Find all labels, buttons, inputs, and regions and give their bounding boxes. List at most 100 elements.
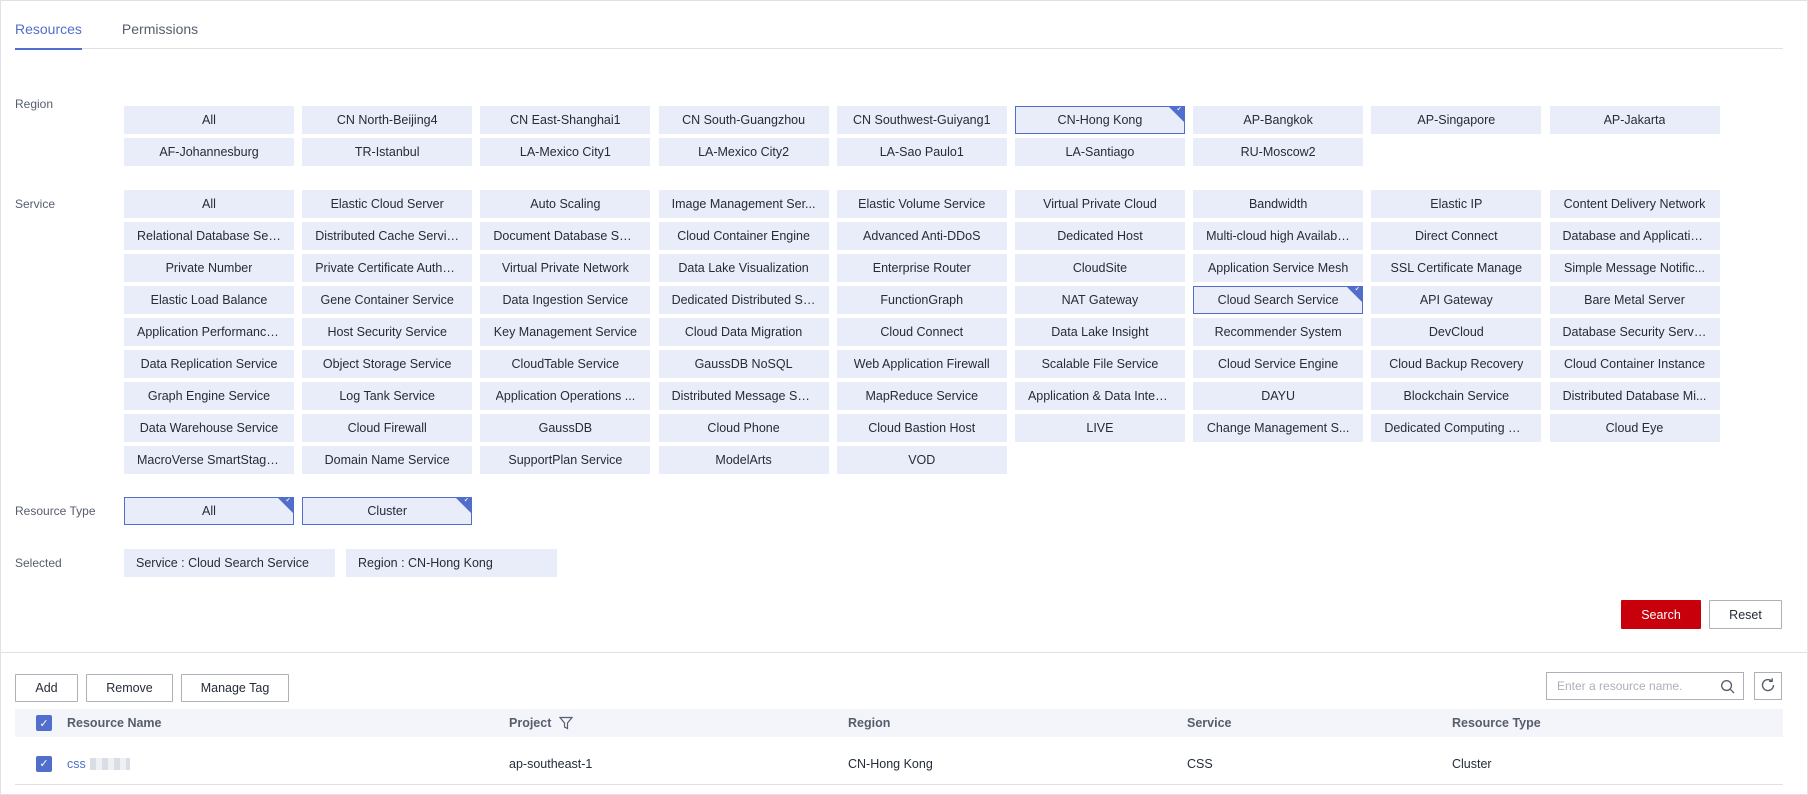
region-option-ap-singapore[interactable]: AP-Singapore xyxy=(1371,106,1542,134)
resource-type-option-cluster[interactable]: Cluster xyxy=(302,497,473,525)
service-option-cloud-firewall[interactable]: Cloud Firewall xyxy=(302,414,473,442)
refresh-button[interactable] xyxy=(1754,672,1782,700)
service-option-cloud-service-engine[interactable]: Cloud Service Engine xyxy=(1193,350,1364,378)
service-option-domain-name-service[interactable]: Domain Name Service xyxy=(302,446,473,474)
service-option-data-lake-visualization[interactable]: Data Lake Visualization xyxy=(658,254,829,282)
service-option-dedicated-distributed-st[interactable]: Dedicated Distributed St... xyxy=(658,286,829,314)
service-option-advanced-anti-ddos[interactable]: Advanced Anti-DDoS xyxy=(836,222,1007,250)
region-option-la-mexico-city1[interactable]: LA-Mexico City1 xyxy=(480,138,651,166)
service-option-dayu[interactable]: DAYU xyxy=(1193,382,1364,410)
service-option-distributed-database-mi[interactable]: Distributed Database Mi... xyxy=(1549,382,1720,410)
service-option-mapreduce-service[interactable]: MapReduce Service xyxy=(836,382,1007,410)
service-option-vod[interactable]: VOD xyxy=(836,446,1007,474)
service-option-database-security-service[interactable]: Database Security Service xyxy=(1549,318,1720,346)
reset-button[interactable]: Reset xyxy=(1709,600,1782,629)
service-option-cloud-phone[interactable]: Cloud Phone xyxy=(658,414,829,442)
service-option-host-security-service[interactable]: Host Security Service xyxy=(302,318,473,346)
service-option-ssl-certificate-manage[interactable]: SSL Certificate Manage xyxy=(1371,254,1542,282)
service-option-private-number[interactable]: Private Number xyxy=(124,254,294,282)
service-option-supportplan-service[interactable]: SupportPlan Service xyxy=(480,446,651,474)
service-option-data-ingestion-service[interactable]: Data Ingestion Service xyxy=(480,286,651,314)
service-option-virtual-private-network[interactable]: Virtual Private Network xyxy=(480,254,651,282)
service-option-data-replication-service[interactable]: Data Replication Service xyxy=(124,350,294,378)
service-option-blockchain-service[interactable]: Blockchain Service xyxy=(1371,382,1542,410)
search-icon[interactable] xyxy=(1720,679,1735,697)
service-option-object-storage-service[interactable]: Object Storage Service xyxy=(302,350,473,378)
selected-tag-service[interactable]: Service : Cloud Search Service xyxy=(124,549,335,577)
service-option-gene-container-service[interactable]: Gene Container Service xyxy=(302,286,473,314)
region-option-la-mexico-city2[interactable]: LA-Mexico City2 xyxy=(658,138,829,166)
service-option-auto-scaling[interactable]: Auto Scaling xyxy=(480,190,651,218)
manage-tag-button[interactable]: Manage Tag xyxy=(181,674,289,702)
service-option-gaussdb[interactable]: GaussDB xyxy=(480,414,651,442)
service-option-distributed-cache-service[interactable]: Distributed Cache Service xyxy=(302,222,473,250)
service-option-dedicated-computing-cl[interactable]: Dedicated Computing Cl... xyxy=(1371,414,1542,442)
service-option-application-data-integ[interactable]: Application & Data Integ... xyxy=(1014,382,1185,410)
region-option-ap-jakarta[interactable]: AP-Jakarta xyxy=(1549,106,1720,134)
service-option-graph-engine-service[interactable]: Graph Engine Service xyxy=(124,382,294,410)
service-option-data-warehouse-service[interactable]: Data Warehouse Service xyxy=(124,414,294,442)
region-option-cn-north-beijing4[interactable]: CN North-Beijing4 xyxy=(302,106,473,134)
add-button[interactable]: Add xyxy=(15,674,78,702)
selected-tag-region[interactable]: Region : CN-Hong Kong xyxy=(346,549,557,577)
service-option-content-delivery-network[interactable]: Content Delivery Network xyxy=(1549,190,1720,218)
service-option-cloudsite[interactable]: CloudSite xyxy=(1014,254,1185,282)
service-option-dedicated-host[interactable]: Dedicated Host xyxy=(1014,222,1185,250)
service-option-cloudtable-service[interactable]: CloudTable Service xyxy=(480,350,651,378)
service-option-key-management-service[interactable]: Key Management Service xyxy=(480,318,651,346)
service-option-web-application-firewall[interactable]: Web Application Firewall xyxy=(836,350,1007,378)
region-option-cn-east-shanghai1[interactable]: CN East-Shanghai1 xyxy=(480,106,651,134)
service-option-image-management-ser[interactable]: Image Management Ser... xyxy=(658,190,829,218)
region-option-cn-southwest-guiyang1[interactable]: CN Southwest-Guiyang1 xyxy=(836,106,1007,134)
service-option-cloud-search-service[interactable]: Cloud Search Service xyxy=(1193,286,1364,314)
service-option-data-lake-insight[interactable]: Data Lake Insight xyxy=(1014,318,1185,346)
resource-type-option-all[interactable]: All xyxy=(124,497,294,525)
service-option-cloud-bastion-host[interactable]: Cloud Bastion Host xyxy=(836,414,1007,442)
service-option-cloud-container-engine[interactable]: Cloud Container Engine xyxy=(658,222,829,250)
service-option-elastic-load-balance[interactable]: Elastic Load Balance xyxy=(124,286,294,314)
region-option-ru-moscow2[interactable]: RU-Moscow2 xyxy=(1193,138,1364,166)
tab-resources[interactable]: Resources xyxy=(15,0,82,50)
service-option-elastic-ip[interactable]: Elastic IP xyxy=(1371,190,1542,218)
resource-name-link[interactable]: css xyxy=(67,757,86,771)
service-option-bare-metal-server[interactable]: Bare Metal Server xyxy=(1549,286,1720,314)
service-option-gaussdb-nosql[interactable]: GaussDB NoSQL xyxy=(658,350,829,378)
service-option-elastic-cloud-server[interactable]: Elastic Cloud Server xyxy=(302,190,473,218)
service-option-api-gateway[interactable]: API Gateway xyxy=(1371,286,1542,314)
region-option-tr-istanbul[interactable]: TR-Istanbul xyxy=(302,138,473,166)
region-option-af-johannesburg[interactable]: AF-Johannesburg xyxy=(124,138,294,166)
tab-permissions[interactable]: Permissions xyxy=(122,0,198,49)
service-option-application-service-mesh[interactable]: Application Service Mesh xyxy=(1193,254,1364,282)
region-option-all[interactable]: All xyxy=(124,106,294,134)
service-option-live[interactable]: LIVE xyxy=(1014,414,1185,442)
region-option-cn-south-guangzhou[interactable]: CN South-Guangzhou xyxy=(658,106,829,134)
service-option-cloud-backup-recovery[interactable]: Cloud Backup Recovery xyxy=(1371,350,1542,378)
service-option-cloud-data-migration[interactable]: Cloud Data Migration xyxy=(658,318,829,346)
service-option-scalable-file-service[interactable]: Scalable File Service xyxy=(1014,350,1185,378)
service-option-elastic-volume-service[interactable]: Elastic Volume Service xyxy=(836,190,1007,218)
service-option-change-management-s[interactable]: Change Management S... xyxy=(1193,414,1364,442)
service-option-relational-database-ser[interactable]: Relational Database Ser... xyxy=(124,222,294,250)
service-option-devcloud[interactable]: DevCloud xyxy=(1371,318,1542,346)
service-option-distributed-message-ser[interactable]: Distributed Message Ser... xyxy=(658,382,829,410)
service-option-nat-gateway[interactable]: NAT Gateway xyxy=(1014,286,1185,314)
select-all-checkbox[interactable]: ✓ xyxy=(36,709,52,737)
resource-search-input[interactable] xyxy=(1557,679,1717,693)
service-option-enterprise-router[interactable]: Enterprise Router xyxy=(836,254,1007,282)
service-option-database-and-applicatio[interactable]: Database and Applicatio... xyxy=(1549,222,1720,250)
service-option-multi-cloud-high-availabil[interactable]: Multi-cloud high Availabil... xyxy=(1193,222,1364,250)
service-option-recommender-system[interactable]: Recommender System xyxy=(1193,318,1364,346)
service-option-cloud-eye[interactable]: Cloud Eye xyxy=(1549,414,1720,442)
filter-icon[interactable] xyxy=(559,716,574,730)
service-option-log-tank-service[interactable]: Log Tank Service xyxy=(302,382,473,410)
region-option-ap-bangkok[interactable]: AP-Bangkok xyxy=(1193,106,1364,134)
service-option-application-performance[interactable]: Application Performance... xyxy=(124,318,294,346)
service-option-virtual-private-cloud[interactable]: Virtual Private Cloud xyxy=(1014,190,1185,218)
service-option-macroverse-smartstage[interactable]: MacroVerse SmartStage... xyxy=(124,446,294,474)
region-option-la-sao-paulo1[interactable]: LA-Sao Paulo1 xyxy=(836,138,1007,166)
service-option-document-database-ser[interactable]: Document Database Ser... xyxy=(480,222,651,250)
service-option-functiongraph[interactable]: FunctionGraph xyxy=(836,286,1007,314)
service-option-cloud-connect[interactable]: Cloud Connect xyxy=(836,318,1007,346)
service-option-bandwidth[interactable]: Bandwidth xyxy=(1193,190,1364,218)
service-option-simple-message-notific[interactable]: Simple Message Notific... xyxy=(1549,254,1720,282)
